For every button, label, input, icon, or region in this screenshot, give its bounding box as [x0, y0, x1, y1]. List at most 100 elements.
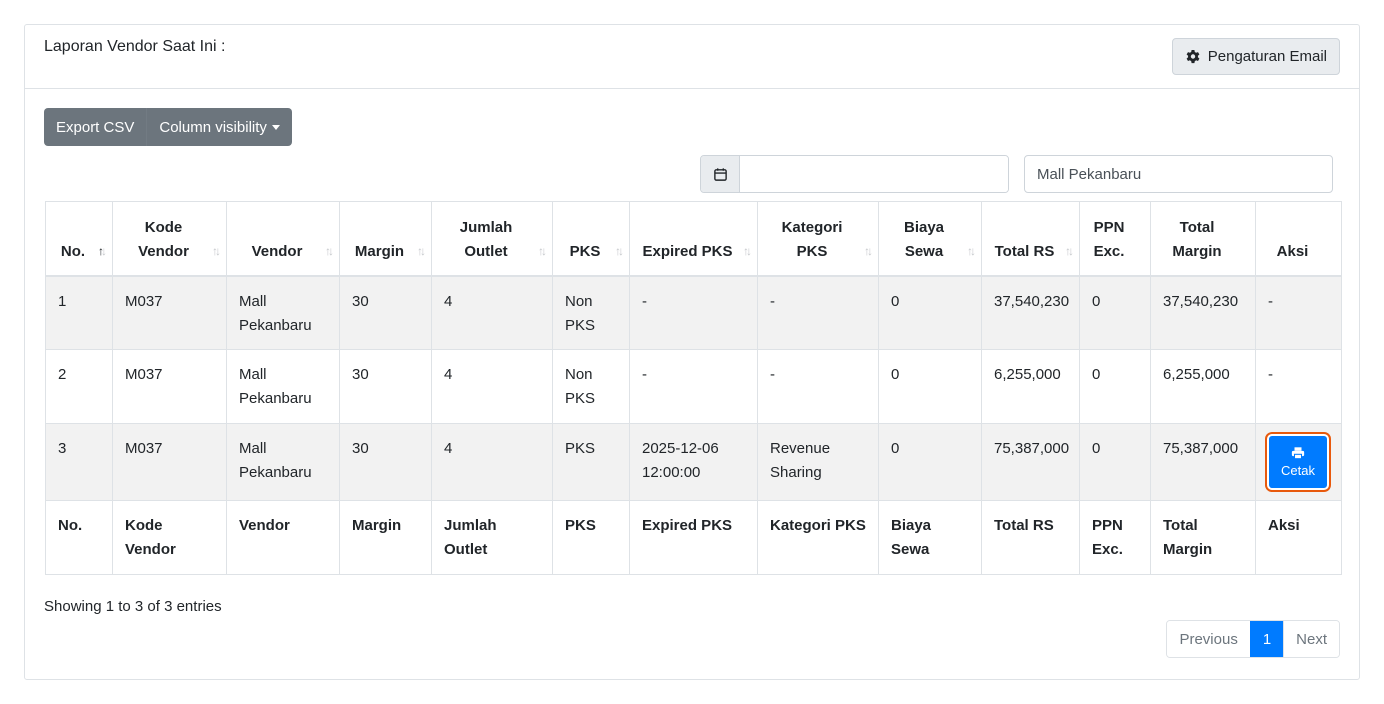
- table-cell: -: [629, 349, 758, 424]
- column-header-total-rs[interactable]: Total RS ↑↓: [981, 201, 1080, 277]
- table-cell: 2025-12-06 12:00:00: [629, 423, 758, 501]
- sort-icon: ↑↓: [417, 243, 426, 258]
- column-header-no[interactable]: No. ↑↓: [45, 201, 113, 277]
- table-cell: 0: [1079, 275, 1151, 350]
- table-cell: 0: [1079, 423, 1151, 501]
- table-cell: Mall Pekanbaru: [226, 275, 340, 350]
- pagination-previous[interactable]: Previous: [1167, 621, 1250, 657]
- vendor-table: No. ↑↓ Kode Vendor ↑↓ Vendor ↑↓ Margin ↑↓ Ju…: [45, 201, 1342, 575]
- table-cell: -: [1255, 275, 1342, 350]
- card-header: Laporan Vendor Saat Ini : Pengaturan Ema…: [25, 25, 1359, 89]
- column-visibility-button[interactable]: Column visibility: [146, 108, 292, 146]
- column-header-biaya-sewa[interactable]: Biaya Sewa ↑↓: [878, 201, 982, 277]
- table-row: 1 M037 Mall Pekanbaru 30 4 Non PKS - - 0…: [45, 275, 1342, 350]
- table-cell: 6,255,000: [981, 349, 1080, 424]
- pagination-next[interactable]: Next: [1283, 621, 1339, 657]
- date-input[interactable]: [740, 156, 1008, 192]
- footer-cell: PPN Exc.: [1079, 500, 1151, 575]
- table-cell: Mall Pekanbaru: [226, 349, 340, 424]
- table-row: 3 M037 Mall Pekanbaru 30 4 PKS 2025-12-0…: [45, 423, 1342, 501]
- pagination-page-1[interactable]: 1: [1249, 621, 1284, 657]
- gear-icon: [1186, 49, 1200, 63]
- sort-icon: ↑↓: [967, 243, 976, 258]
- table-cell: 0: [878, 349, 982, 424]
- column-header-jumlah-outlet[interactable]: Jumlah Outlet ↑↓: [431, 201, 553, 277]
- column-visibility-label: Column visibility: [159, 118, 267, 136]
- date-filter: [700, 155, 1009, 193]
- table-header-row: No. ↑↓ Kode Vendor ↑↓ Vendor ↑↓ Margin ↑↓ Ju…: [45, 201, 1342, 277]
- column-header-vendor[interactable]: Vendor ↑↓: [226, 201, 340, 277]
- page-title: Laporan Vendor Saat Ini :: [44, 38, 226, 55]
- table-cell: -: [1255, 349, 1342, 424]
- column-header-pks[interactable]: PKS ↑↓: [552, 201, 630, 277]
- footer-cell: Kode Vendor: [112, 500, 227, 575]
- sort-icon: ↑↓: [538, 243, 547, 258]
- column-header-kategori-pks[interactable]: Kategori PKS ↑↓: [757, 201, 879, 277]
- footer-cell: Jumlah Outlet: [431, 500, 553, 575]
- sort-icon: ↑↓: [325, 243, 334, 258]
- table-row: 2 M037 Mall Pekanbaru 30 4 Non PKS - - 0…: [45, 349, 1342, 424]
- vendor-filter-input[interactable]: [1024, 155, 1333, 193]
- print-label: Cetak: [1281, 462, 1315, 478]
- footer-cell: PKS: [552, 500, 630, 575]
- table-cell: 75,387,000: [981, 423, 1080, 501]
- sort-icon: ↑↓: [1065, 243, 1074, 258]
- column-header-ppn-exc: PPN Exc.: [1079, 201, 1151, 277]
- pagination: Previous 1 Next: [1166, 620, 1340, 658]
- table-cell: 0: [1079, 349, 1151, 424]
- date-addon[interactable]: [701, 156, 740, 192]
- table-cell: Mall Pekanbaru: [226, 423, 340, 501]
- email-settings-label: Pengaturan Email: [1207, 48, 1327, 65]
- table-cell: 0: [878, 275, 982, 350]
- footer-cell: Vendor: [226, 500, 340, 575]
- email-settings-button[interactable]: Pengaturan Email: [1171, 38, 1340, 75]
- sort-asc-icon: ↑↓: [98, 243, 107, 258]
- table-cell: -: [757, 275, 879, 350]
- column-header-kode-vendor[interactable]: Kode Vendor ↑↓: [112, 201, 227, 277]
- caret-down-icon: [271, 124, 280, 130]
- footer-cell: Margin: [339, 500, 432, 575]
- table-cell: 30: [339, 423, 432, 501]
- table-cell: 0: [878, 423, 982, 501]
- footer-cell: Biaya Sewa: [878, 500, 982, 575]
- table-cell: -: [629, 275, 758, 350]
- table-cell: M037: [112, 275, 227, 350]
- footer-cell: No.: [45, 500, 113, 575]
- footer-cell: Aksi: [1255, 500, 1342, 575]
- table-footer-row: No. Kode Vendor Vendor Margin Jumlah Out…: [45, 500, 1342, 575]
- table-cell: 37,540,230: [981, 275, 1080, 350]
- table-cell: 1: [45, 275, 113, 350]
- column-header-expired-pks[interactable]: Expired PKS ↑↓: [629, 201, 758, 277]
- column-header-margin[interactable]: Margin ↑↓: [339, 201, 432, 277]
- action-cell: Cetak: [1255, 423, 1342, 501]
- table-cell: 4: [431, 349, 553, 424]
- table-cell: 30: [339, 275, 432, 350]
- footer-cell: Total RS: [981, 500, 1080, 575]
- sort-icon: ↑↓: [864, 243, 873, 258]
- table-cell: -: [757, 349, 879, 424]
- table-cell: Revenue Sharing: [757, 423, 879, 501]
- footer-cell: Expired PKS: [629, 500, 758, 575]
- table-info: Showing 1 to 3 of 3 entries: [44, 598, 222, 615]
- table-cell: 37,540,230: [1150, 275, 1256, 350]
- table-cell: 4: [431, 423, 553, 501]
- footer-cell: Total Margin: [1150, 500, 1256, 575]
- sort-icon: ↑↓: [743, 243, 752, 258]
- table-cell: PKS: [552, 423, 630, 501]
- table-cell: Non PKS: [552, 349, 630, 424]
- column-header-aksi: Aksi: [1255, 201, 1342, 277]
- calendar-icon: [713, 167, 727, 181]
- printer-icon: [1291, 446, 1305, 459]
- print-button[interactable]: Cetak: [1267, 434, 1329, 490]
- table-cell: 6,255,000: [1150, 349, 1256, 424]
- table-cell: Non PKS: [552, 275, 630, 350]
- report-card: Laporan Vendor Saat Ini : Pengaturan Ema…: [24, 24, 1360, 680]
- table-cell: 2: [45, 349, 113, 424]
- table-cell: M037: [112, 423, 227, 501]
- table-cell: 3: [45, 423, 113, 501]
- export-csv-button[interactable]: Export CSV: [44, 108, 147, 146]
- footer-cell: Kategori PKS: [757, 500, 879, 575]
- table-cell: 30: [339, 349, 432, 424]
- table-cell: M037: [112, 349, 227, 424]
- column-header-total-margin: Total Margin: [1150, 201, 1256, 277]
